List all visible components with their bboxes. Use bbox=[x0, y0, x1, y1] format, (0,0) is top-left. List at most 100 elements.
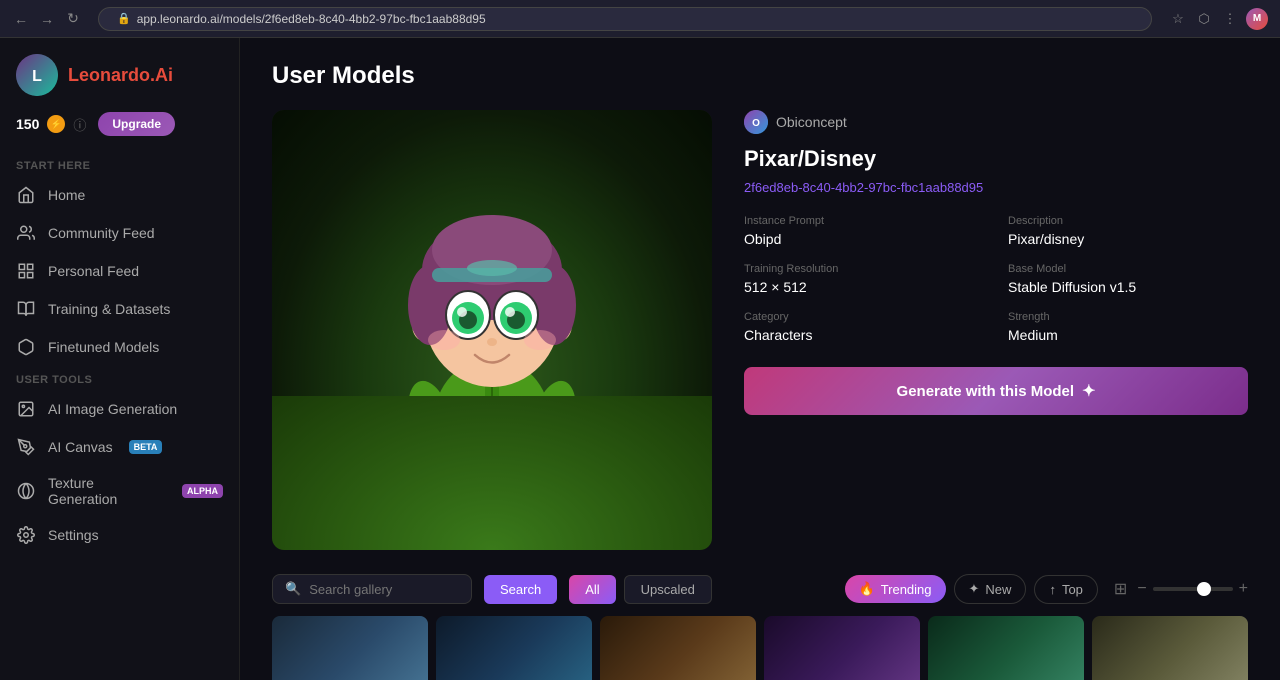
sidebar-label-finetuned: Finetuned Models bbox=[48, 339, 159, 355]
gallery-grid bbox=[272, 616, 1248, 680]
bookmark-button[interactable]: ☆ bbox=[1168, 9, 1188, 29]
sidebar-item-personal[interactable]: Personal Feed bbox=[0, 252, 239, 290]
main-content: User Models bbox=[240, 38, 1280, 680]
sidebar-section-tools: User Tools bbox=[0, 366, 239, 390]
sidebar-item-home[interactable]: Home bbox=[0, 176, 239, 214]
sidebar-item-texture[interactable]: Texture Generation ALPHA bbox=[0, 466, 239, 516]
model-info-panel: O Obiconcept Pixar/Disney 2f6ed8eb-8c40-… bbox=[744, 110, 1248, 550]
description-field: Description Pixar/disney bbox=[1008, 215, 1248, 247]
sort-new-label: New bbox=[985, 582, 1011, 597]
finetuned-icon bbox=[16, 337, 36, 357]
model-id: 2f6ed8eb-8c40-4bb2-97bc-fbc1aab88d95 bbox=[744, 180, 1248, 195]
sidebar-item-community[interactable]: Community Feed bbox=[0, 214, 239, 252]
sidebar-label-training: Training & Datasets bbox=[48, 301, 170, 317]
model-detail-area: allll bbox=[272, 110, 1248, 550]
extensions-button[interactable]: ⬡ bbox=[1194, 9, 1214, 29]
training-resolution-label: Training Resolution bbox=[744, 263, 984, 275]
sort-top-label: Top bbox=[1062, 582, 1083, 597]
sidebar-item-ai-canvas[interactable]: AI Canvas BETA bbox=[0, 428, 239, 466]
zoom-in-button[interactable]: + bbox=[1239, 580, 1248, 598]
gallery-thumb-5[interactable] bbox=[928, 616, 1084, 680]
category-value: Characters bbox=[744, 327, 984, 343]
instance-prompt-field: Instance Prompt Obipd bbox=[744, 215, 984, 247]
creator-row: O Obiconcept bbox=[744, 110, 1248, 134]
menu-button[interactable]: ⋮ bbox=[1220, 9, 1240, 29]
browser-actions: ☆ ⬡ ⋮ M bbox=[1168, 8, 1268, 30]
sidebar-item-settings[interactable]: Settings bbox=[0, 516, 239, 554]
description-value: Pixar/disney bbox=[1008, 231, 1248, 247]
training-icon bbox=[16, 299, 36, 319]
model-name: Pixar/Disney bbox=[744, 146, 1248, 172]
training-resolution-field: Training Resolution 512 × 512 bbox=[744, 263, 984, 295]
token-area: 150 ⚡ ⓘ Upgrade bbox=[0, 112, 239, 152]
filter-buttons: All Upscaled bbox=[569, 575, 712, 604]
gallery-thumb-2[interactable] bbox=[436, 616, 592, 680]
sidebar-label-texture: Texture Generation bbox=[48, 475, 166, 507]
page-title: User Models bbox=[272, 62, 1248, 90]
gallery-controls: 🔍 Search All Upscaled 🔥 Trending ✦ New ↑ bbox=[272, 574, 1248, 604]
grid-view-button[interactable]: ⊞ bbox=[1110, 575, 1131, 603]
forward-button[interactable]: → bbox=[38, 10, 56, 28]
search-button[interactable]: Search bbox=[484, 575, 557, 604]
ai-canvas-icon bbox=[16, 437, 36, 457]
url-text: app.leonardo.ai/models/2f6ed8eb-8c40-4bb… bbox=[137, 12, 486, 26]
sort-trending-label: Trending bbox=[881, 582, 932, 597]
category-label: Category bbox=[744, 311, 984, 323]
new-icon: ✦ bbox=[969, 581, 980, 597]
profile-avatar[interactable]: M bbox=[1246, 8, 1268, 30]
svg-text:O: O bbox=[752, 118, 760, 129]
zoom-out-button[interactable]: − bbox=[1137, 580, 1146, 598]
texture-icon bbox=[16, 481, 36, 501]
training-resolution-value: 512 × 512 bbox=[744, 279, 984, 295]
sidebar-item-ai-image[interactable]: AI Image Generation bbox=[0, 390, 239, 428]
sort-trending-button[interactable]: 🔥 Trending bbox=[845, 575, 946, 603]
strength-value: Medium bbox=[1008, 327, 1248, 343]
strength-label: Strength bbox=[1008, 311, 1248, 323]
sidebar-item-finetuned[interactable]: Finetuned Models bbox=[0, 328, 239, 366]
base-model-label: Base Model bbox=[1008, 263, 1248, 275]
search-icon: 🔍 bbox=[285, 581, 301, 597]
sidebar-label-ai-image: AI Image Generation bbox=[48, 401, 177, 417]
sparkle-icon: ✦ bbox=[1082, 381, 1095, 401]
sidebar-label-ai-canvas: AI Canvas bbox=[48, 439, 113, 455]
model-info-grid: Instance Prompt Obipd Description Pixar/… bbox=[744, 215, 1248, 343]
gallery-thumb-4[interactable] bbox=[764, 616, 920, 680]
base-model-field: Base Model Stable Diffusion v1.5 bbox=[1008, 263, 1248, 295]
home-icon bbox=[16, 185, 36, 205]
strength-field: Strength Medium bbox=[1008, 311, 1248, 343]
sidebar-label-settings: Settings bbox=[48, 527, 99, 543]
token-count: 150 bbox=[16, 116, 39, 132]
sidebar: L Leonardo.Ai 150 ⚡ ⓘ Upgrade Start Here… bbox=[0, 38, 240, 680]
search-input[interactable] bbox=[309, 582, 449, 597]
search-container: 🔍 bbox=[272, 574, 472, 604]
refresh-button[interactable]: ↻ bbox=[64, 10, 82, 28]
logo-ai: Ai bbox=[155, 65, 173, 85]
sort-new-button[interactable]: ✦ New bbox=[954, 574, 1027, 604]
logo-area: L Leonardo.Ai bbox=[0, 54, 239, 112]
gallery-thumb-3[interactable] bbox=[600, 616, 756, 680]
zoom-slider[interactable] bbox=[1153, 587, 1233, 591]
settings-icon bbox=[16, 525, 36, 545]
logo-main: Leonardo bbox=[68, 65, 150, 85]
category-field: Category Characters bbox=[744, 311, 984, 343]
generate-button[interactable]: Generate with this Model ✦ bbox=[744, 367, 1248, 415]
top-icon: ↑ bbox=[1049, 582, 1056, 597]
ai-image-icon bbox=[16, 399, 36, 419]
base-model-value: Stable Diffusion v1.5 bbox=[1008, 279, 1248, 295]
sidebar-section-start: Start Here bbox=[0, 152, 239, 176]
info-icon[interactable]: ⓘ bbox=[73, 115, 86, 134]
creator-name: Obiconcept bbox=[776, 114, 847, 130]
gallery-thumb-1[interactable] bbox=[272, 616, 428, 680]
upgrade-button[interactable]: Upgrade bbox=[98, 112, 175, 136]
description-label: Description bbox=[1008, 215, 1248, 227]
grass-overlay bbox=[272, 396, 712, 550]
filter-upscaled-button[interactable]: Upscaled bbox=[624, 575, 712, 604]
sort-top-button[interactable]: ↑ Top bbox=[1034, 575, 1097, 604]
filter-all-button[interactable]: All bbox=[569, 575, 615, 604]
url-bar[interactable]: 🔒 app.leonardo.ai/models/2f6ed8eb-8c40-4… bbox=[98, 7, 1152, 31]
back-button[interactable]: ← bbox=[12, 10, 30, 28]
logo-avatar: L bbox=[16, 54, 58, 96]
trending-icon: 🔥 bbox=[859, 581, 875, 597]
sidebar-item-training[interactable]: Training & Datasets bbox=[0, 290, 239, 328]
gallery-thumb-6[interactable] bbox=[1092, 616, 1248, 680]
